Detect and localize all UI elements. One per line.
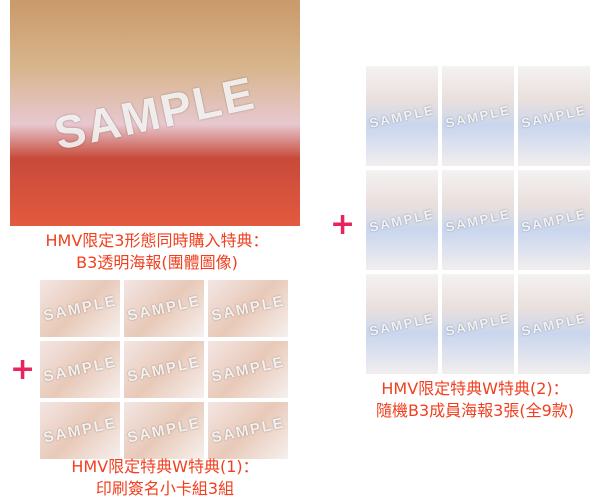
sample-watermark: SAMPLE — [125, 353, 203, 386]
plus-icon: + — [330, 207, 356, 242]
sample-watermark: SAMPLE — [209, 353, 287, 386]
photocard-image: SAMPLE — [208, 280, 288, 337]
group-poster-caption: HMV限定3形態同時購入特典： B3透明海報(團體圖像) — [12, 230, 302, 274]
plus-icon: + — [10, 352, 36, 387]
sample-watermark: SAMPLE — [125, 414, 203, 447]
photocard-image: SAMPLE — [40, 341, 120, 398]
member-posters-caption-line1: HMV限定特典W特典(2)： — [381, 379, 569, 398]
member-poster-image: SAMPLE — [518, 170, 590, 270]
sample-watermark: SAMPLE — [368, 101, 436, 131]
sample-watermark: SAMPLE — [41, 353, 119, 386]
member-poster-grid: SAMPLE SAMPLE SAMPLE SAMPLE SAMPLE SAMPLE SAMP… — [366, 66, 590, 374]
sample-watermark: SAMPLE — [209, 292, 287, 325]
photocard-image: SAMPLE — [124, 402, 204, 459]
sample-watermark: SAMPLE — [368, 309, 436, 339]
sample-watermark: SAMPLE — [209, 414, 287, 447]
photocard-image: SAMPLE — [40, 280, 120, 337]
photocard-image: SAMPLE — [208, 402, 288, 459]
sample-watermark: SAMPLE — [41, 292, 119, 325]
sample-watermark: SAMPLE — [125, 292, 203, 325]
group-poster-caption-line2: B3透明海報(團體圖像) — [76, 253, 238, 272]
sample-watermark: SAMPLE — [520, 205, 588, 235]
photocards-caption-line1: HMV限定特典W特典(1)： — [71, 457, 259, 476]
sample-watermark: SAMPLE — [444, 309, 512, 339]
photocard-grid: SAMPLE SAMPLE SAMPLE SAMPLE SAMPLE SAMPLE SAMP… — [40, 280, 288, 459]
member-poster-image: SAMPLE — [366, 170, 438, 270]
member-poster-image: SAMPLE — [442, 274, 514, 374]
photocard-image: SAMPLE — [40, 402, 120, 459]
photocard-image: SAMPLE — [208, 341, 288, 398]
member-poster-image: SAMPLE — [518, 66, 590, 166]
photocards-caption-line2: 印刷簽名小卡組3組 — [95, 479, 235, 498]
member-poster-image: SAMPLE — [366, 274, 438, 374]
photocard-image: SAMPLE — [124, 341, 204, 398]
sample-watermark: SAMPLE — [444, 205, 512, 235]
photocards-caption: HMV限定特典W特典(1)： 印刷簽名小卡組3組 — [30, 456, 300, 500]
sample-watermark: SAMPLE — [41, 414, 119, 447]
sample-watermark: SAMPLE — [444, 101, 512, 131]
member-poster-image: SAMPLE — [518, 274, 590, 374]
member-poster-image: SAMPLE — [442, 170, 514, 270]
sample-watermark: SAMPLE — [520, 101, 588, 131]
photocard-image: SAMPLE — [124, 280, 204, 337]
group-poster-image: SAMPLE — [10, 0, 300, 226]
member-poster-image: SAMPLE — [366, 66, 438, 166]
group-poster-caption-line1: HMV限定3形態同時購入特典： — [45, 231, 269, 250]
sample-watermark: SAMPLE — [520, 309, 588, 339]
sample-watermark: SAMPLE — [368, 205, 436, 235]
member-poster-image: SAMPLE — [442, 66, 514, 166]
member-posters-caption-line2: 隨機B3成員海報3張(全9款) — [375, 401, 574, 420]
member-posters-caption: HMV限定特典W特典(2)： 隨機B3成員海報3張(全9款) — [350, 378, 596, 422]
sample-watermark: SAMPLE — [49, 66, 261, 160]
